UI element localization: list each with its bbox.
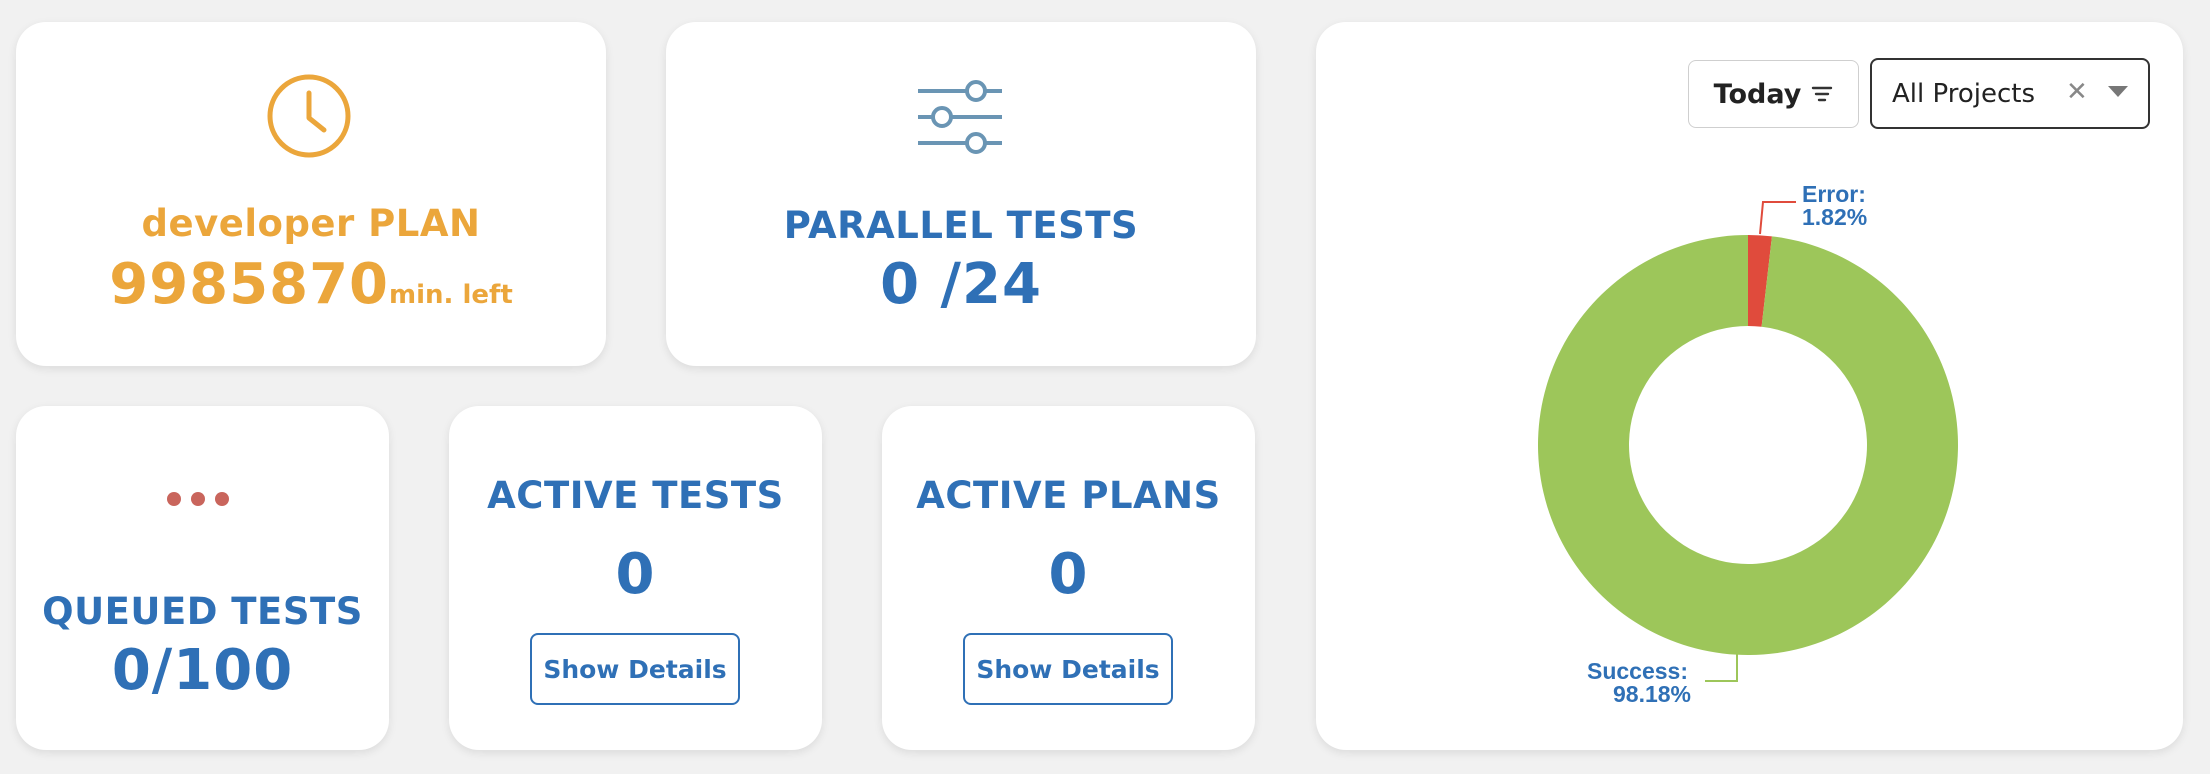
- dot: [215, 492, 229, 506]
- parallel-value: 0 /24: [880, 252, 1042, 317]
- plan-minutes: 9985870: [109, 252, 390, 317]
- sliders-icon: [918, 80, 1002, 154]
- active-plans-title: ACTIVE PLANS: [916, 474, 1221, 517]
- dot: [167, 492, 181, 506]
- parallel-tests-card: PARALLEL TESTS 0 /24: [666, 22, 1256, 366]
- active-tests-value: 0: [615, 542, 656, 607]
- plan-minutes-row: 9985870min. left: [16, 252, 606, 317]
- queued-tests-card: QUEUED TESTS 0/100: [16, 406, 389, 750]
- plan-title: developer PLAN: [141, 202, 481, 245]
- error-value-label: 1.82%: [1802, 204, 1867, 230]
- success-leader-line: [1705, 654, 1738, 682]
- active-tests-card: ACTIVE TESTS 0 Show Details: [449, 406, 822, 750]
- plan-unit: min. left: [389, 280, 513, 310]
- dots-icon: [167, 492, 229, 506]
- queued-value: 0/100: [111, 638, 294, 703]
- success-value-label: 98.18%: [1613, 681, 1691, 707]
- show-details-tests-button[interactable]: Show Details: [530, 633, 740, 705]
- queued-title: QUEUED TESTS: [42, 590, 363, 633]
- donut-chart: Error: 1.82% Success: 98.18%: [1538, 181, 1959, 707]
- active-tests-title: ACTIVE TESTS: [487, 474, 784, 517]
- error-leader-line: [1759, 201, 1796, 235]
- parallel-title: PARALLEL TESTS: [783, 204, 1139, 247]
- plan-card: developer PLAN 9985870min. left: [16, 22, 606, 366]
- clock-icon: [267, 74, 351, 158]
- dot: [191, 492, 205, 506]
- show-details-plans-button[interactable]: Show Details: [963, 633, 1173, 705]
- active-plans-card: ACTIVE PLANS 0 Show Details: [882, 406, 1255, 750]
- active-plans-value: 0: [1048, 542, 1089, 607]
